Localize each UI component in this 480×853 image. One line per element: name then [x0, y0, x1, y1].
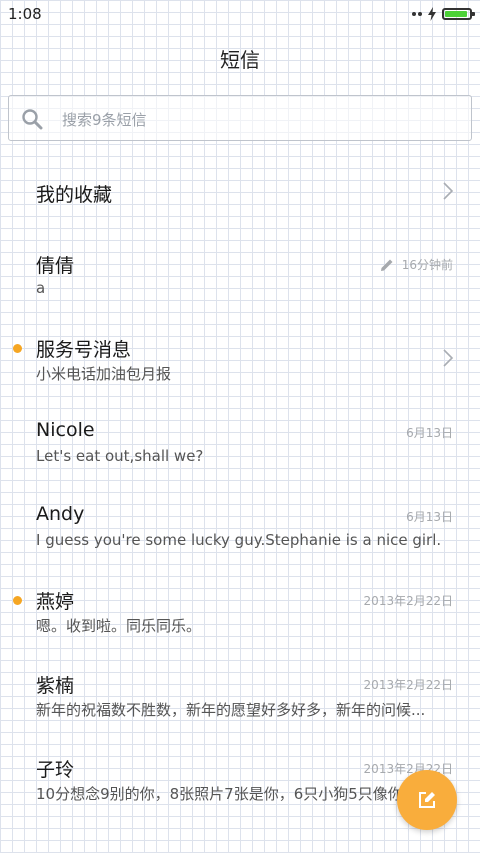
message-preview: 新年的祝福数不胜数，新年的愿望好多好多，新年的问候...	[36, 701, 426, 719]
favorites-label: 我的收藏	[36, 184, 113, 206]
signal-icon	[412, 12, 422, 16]
search-placeholder: 搜索9条短信	[62, 111, 147, 129]
contact-name: Nicole	[36, 419, 95, 441]
conversation-row[interactable]: 服务号消息小米电话加油包月报	[0, 318, 480, 402]
search-input[interactable]: 搜索9条短信	[8, 95, 472, 141]
contact-name: 紫楠	[36, 675, 75, 697]
message-preview: 10分想念9别的你，8张照片7张是你，6只小狗5只像你	[36, 785, 403, 803]
message-preview: I guess you're some lucky guy.Stephanie …	[36, 531, 442, 549]
status-bar: 1:08	[0, 0, 480, 28]
conversation-row[interactable]: 倩倩 a 16分钟前	[0, 234, 480, 318]
message-time: 16分钟前	[401, 258, 453, 272]
conversation-row[interactable]: Nicole Let's eat out,shall we? 6月13日	[0, 402, 480, 486]
pencil-icon	[380, 259, 393, 271]
conversation-row[interactable]: Andy I guess you're some lucky guy.Stepha…	[0, 486, 480, 570]
battery-level	[445, 11, 467, 17]
search-icon	[22, 109, 43, 130]
compose-button[interactable]	[397, 770, 457, 830]
battery-icon	[442, 8, 475, 20]
contact-name: 倩倩	[36, 255, 75, 277]
contact-name: 服务号消息	[36, 339, 132, 361]
contact-name: Andy	[36, 503, 85, 525]
status-time: 1:08	[8, 5, 42, 23]
unread-dot	[13, 596, 22, 605]
conversation-list: 我的收藏 倩倩 a 16分钟前服务号消息小米电话加油包月报 Nicole Let's e…	[0, 150, 480, 822]
message-time: 2013年2月22日	[363, 594, 453, 608]
draft-indicator: 16分钟前	[380, 256, 453, 273]
message-time: 6月13日	[406, 426, 453, 440]
message-time: 2013年2月22日	[363, 678, 453, 692]
message-preview: 小米电话加油包月报	[36, 365, 172, 383]
message-preview: Let's eat out,shall we?	[36, 447, 204, 465]
charging-icon	[428, 7, 436, 21]
favorites-item[interactable]: 我的收藏	[0, 150, 480, 234]
contact-name: 子玲	[36, 759, 75, 781]
message-preview: a	[36, 279, 46, 297]
page-title: 短信	[220, 48, 260, 72]
unread-dot	[13, 344, 22, 353]
message-preview: 嗯。收到啦。同乐同乐。	[36, 617, 202, 635]
chevron-right-icon	[443, 349, 454, 367]
status-icons	[412, 6, 475, 22]
contact-name: 燕婷	[36, 591, 75, 613]
compose-icon	[419, 792, 435, 808]
message-time: 6月13日	[406, 510, 453, 524]
chevron-right-icon	[443, 182, 454, 200]
conversation-row[interactable]: 燕婷嗯。收到啦。同乐同乐。 2013年2月22日	[0, 570, 480, 654]
conversation-row[interactable]: 紫楠新年的祝福数不胜数，新年的愿望好多好多，新年的问候... 2013年2月22日	[0, 654, 480, 738]
